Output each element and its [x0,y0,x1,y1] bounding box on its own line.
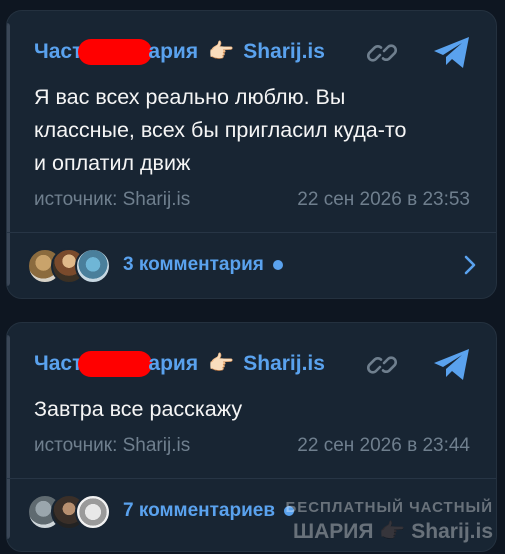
card-accent-bar [7,335,10,539]
message-line: классные, всех бы пригласил куда-то [34,118,407,142]
comments-count[interactable]: 7 комментариев [123,500,295,522]
pointing-hand-icon: 👉🏻 [208,352,235,375]
post-header: Част ария 👉🏻 Sharij.is [34,349,476,381]
message-line: Я вас всех реально люблю. Вы [34,85,346,109]
post-source: источник: Sharij.is [34,189,191,210]
commenter-avatars [27,248,111,284]
divider [7,478,496,479]
post-source: источник: Sharij.is [34,435,191,456]
message-line: и оплатил движ [34,151,191,175]
comments-count[interactable]: 3 комментария [123,254,283,276]
post-meta: источник: Sharij.is 22 сен 2026 в 23:53 [34,189,470,211]
avatar [75,494,111,530]
redaction-mark [78,351,153,377]
avatar [75,248,111,284]
telegram-icon[interactable] [432,35,472,71]
redaction-mark [78,39,153,65]
channel-name-prefix: Част [34,40,83,63]
comments-label: 7 комментариев [123,500,276,521]
watermark-site: Sharij.is [411,520,493,543]
post-date: 22 сен 2026 в 23:53 [297,189,470,210]
watermark-line1: БЕСПЛАТНЫЙ ЧАСТНЫЙ [285,499,493,516]
post-date: 22 сен 2026 в 23:44 [297,435,470,456]
post-card: Част ария 👉🏻 Sharij.is Я вас всех реальн… [6,10,497,299]
channel-name[interactable]: Част ария 👉🏻 Sharij.is [34,351,325,377]
card-accent-bar [7,23,10,286]
pointing-hand-icon: 👉🏿 [379,520,406,543]
message-line: Завтра все расскажу [34,397,243,421]
watermark: БЕСПЛАТНЫЙ ЧАСТНЫЙ ШАРИЯ 👉🏿 Sharij.is [285,499,493,544]
post-meta: источник: Sharij.is 22 сен 2026 в 23:44 [34,435,470,457]
channel-name-suffix: ария [148,40,199,63]
channel-name-prefix: Част [34,352,83,375]
link-icon[interactable] [366,349,398,381]
telegram-icon[interactable] [432,347,472,383]
comments-row[interactable]: 3 комментария [27,245,482,285]
link-icon[interactable] [366,37,398,69]
watermark-line2: ШАРИЯ 👉🏿 Sharij.is [285,520,493,544]
post-message: Я вас всех реально люблю. Вы классные, в… [34,81,478,180]
chevron-right-icon[interactable] [458,253,482,277]
divider [7,232,496,233]
pointing-hand-icon: 👉🏻 [208,40,235,63]
channel-site: Sharij.is [243,352,325,375]
post-message: Завтра все расскажу [34,393,478,426]
channel-site: Sharij.is [243,40,325,63]
comments-label: 3 комментария [123,254,264,275]
channel-name-suffix: ария [148,352,199,375]
unread-dot [272,260,283,270]
channel-name[interactable]: Част ария 👉🏻 Sharij.is [34,39,325,65]
commenter-avatars [27,494,111,530]
post-header: Част ария 👉🏻 Sharij.is [34,37,476,69]
watermark-prefix: ШАРИЯ [292,520,374,543]
